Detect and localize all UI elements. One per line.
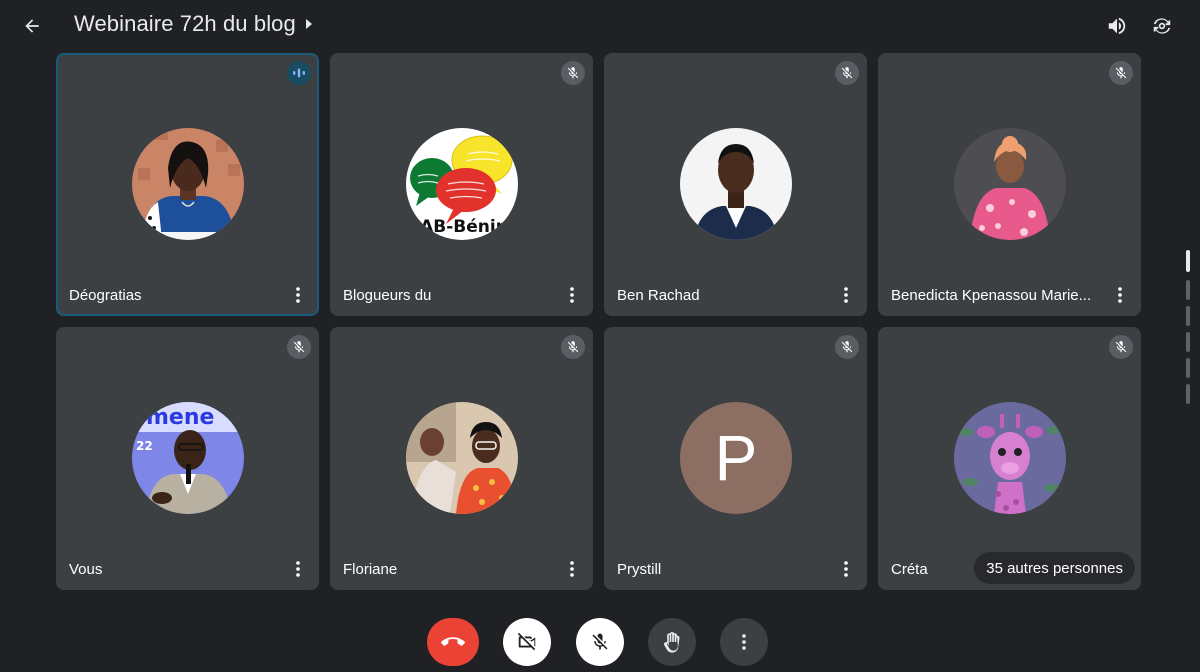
banner-text: mene (146, 405, 214, 430)
more-vert-icon[interactable] (839, 559, 853, 579)
participant-grid: Déogratias AB-Bénin Blogueurs du Ben Rac… (56, 53, 1141, 590)
meeting-title: Webinaire 72h du blog (74, 11, 296, 36)
participant-tile[interactable]: Benedicta Kpenassou Marie... (878, 53, 1141, 316)
others-count-chip[interactable]: 35 autres personnes (974, 552, 1135, 584)
more-vert-icon[interactable] (565, 559, 579, 579)
speaking-indicator-icon (287, 61, 311, 85)
scroll-track-segment (1186, 332, 1190, 352)
participant-tile[interactable]: AB-Bénin Blogueurs du (330, 53, 593, 316)
more-vert-icon[interactable] (1113, 285, 1127, 305)
more-vert-icon[interactable] (291, 285, 305, 305)
participant-name: Vous (69, 561, 103, 578)
end-call-button[interactable] (427, 618, 479, 666)
logo-text: AB-Bénin (420, 217, 508, 237)
mic-off-icon (835, 335, 859, 359)
chevron-right-icon (305, 19, 312, 29)
avatar-initial: P (680, 402, 792, 514)
camera-toggle-button[interactable] (503, 618, 551, 666)
participant-name: Prystill (617, 561, 662, 578)
more-vert-icon (742, 634, 746, 650)
call-controls (0, 618, 1200, 666)
scroll-thumb[interactable] (1186, 250, 1190, 272)
more-vert-icon[interactable] (839, 285, 853, 305)
avatar (954, 402, 1066, 514)
scroll-track-segment (1186, 280, 1190, 300)
phone-hangup-icon (441, 637, 465, 646)
participant-name: Blogueurs du (343, 287, 432, 304)
avatar: mene 22 (132, 402, 244, 514)
mic-toggle-button[interactable] (576, 618, 624, 666)
mic-off-icon (1109, 335, 1133, 359)
avatar (132, 128, 244, 240)
participant-name: Ben Rachad (617, 287, 700, 304)
participant-tile[interactable]: Ben Rachad (604, 53, 867, 316)
meeting-title-button[interactable]: Webinaire 72h du blog (74, 11, 314, 37)
banner-number: 22 (136, 439, 153, 453)
speaker-icon[interactable] (1103, 12, 1131, 40)
participant-tile[interactable]: Floriane (330, 327, 593, 590)
mic-off-icon (1109, 61, 1133, 85)
back-arrow-icon[interactable] (18, 12, 46, 40)
scroll-track-segment (1186, 358, 1190, 378)
participant-tile[interactable]: Déogratias (56, 53, 319, 316)
scroll-indicator[interactable] (1186, 250, 1190, 410)
participant-name: Créta (891, 561, 928, 578)
participant-name: Floriane (343, 561, 398, 578)
more-vert-icon[interactable] (565, 285, 579, 305)
avatar (680, 128, 792, 240)
participant-tile[interactable]: mene 22 Vous (56, 327, 319, 590)
participant-tile[interactable]: P Prystill (604, 327, 867, 590)
more-vert-icon[interactable] (291, 559, 305, 579)
scroll-track-segment (1186, 306, 1190, 326)
avatar (406, 402, 518, 514)
mic-off-icon (561, 335, 585, 359)
hand-icon (663, 632, 680, 653)
switch-camera-icon[interactable] (1148, 12, 1176, 40)
avatar: AB-Bénin (406, 128, 518, 240)
more-options-button[interactable] (720, 618, 768, 666)
avatar (954, 128, 1066, 240)
participant-name: Benedicta Kpenassou Marie... (891, 287, 1092, 304)
mic-off-icon (287, 335, 311, 359)
videocam-off-icon (517, 632, 536, 651)
participant-tile[interactable]: Créta 35 autres personnes (878, 327, 1141, 590)
mic-off-icon (561, 61, 585, 85)
mic-off-icon (835, 61, 859, 85)
scroll-track-segment (1186, 384, 1190, 404)
avatar: P (680, 402, 792, 514)
raise-hand-button[interactable] (648, 618, 696, 666)
mic-off-icon (592, 633, 608, 650)
top-bar: Webinaire 72h du blog (0, 0, 1200, 50)
participant-name: Déogratias (69, 287, 142, 304)
